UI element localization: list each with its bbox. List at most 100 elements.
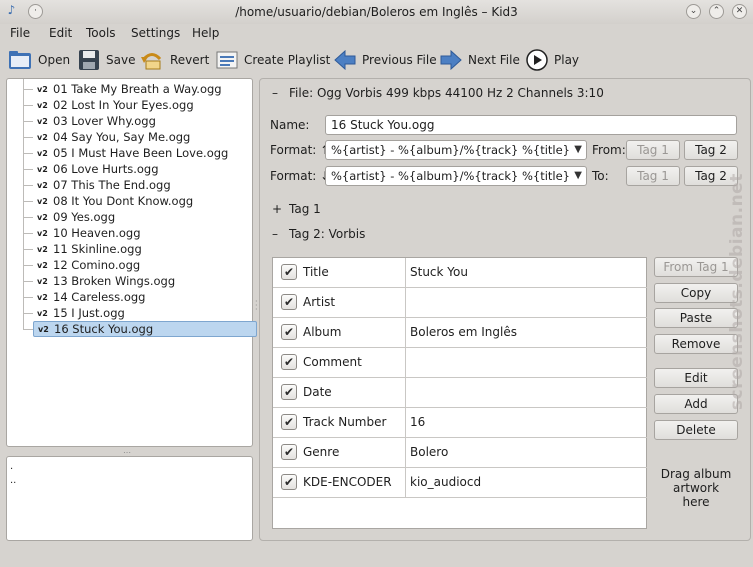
tag-version-badge: v2 xyxy=(37,180,48,190)
next-file-button[interactable]: Next File xyxy=(440,48,520,72)
from-tag2-filename-button[interactable]: Tag 2 xyxy=(684,140,738,160)
column-divider xyxy=(405,258,406,288)
menu-help[interactable]: Help xyxy=(192,26,219,40)
format-down-combo[interactable]: %{artist} - %{album}/%{track} %{title} ▼ xyxy=(325,166,587,186)
vertical-splitter[interactable]: · · · xyxy=(255,298,258,314)
file-list-item[interactable]: v2 12 Comino.ogg xyxy=(33,257,257,273)
frame-row[interactable]: ✔ Date xyxy=(273,378,647,408)
tag1-expand-icon[interactable]: + xyxy=(272,202,282,216)
tree-branch xyxy=(23,153,33,154)
frame-row[interactable]: ✔ Artist xyxy=(273,288,647,318)
tree-branch xyxy=(23,201,33,202)
tree-branch xyxy=(23,169,33,170)
menu-file[interactable]: File xyxy=(10,26,30,40)
frame-enabled-checkbox[interactable]: ✔ xyxy=(281,444,297,460)
paste-button[interactable]: Paste xyxy=(654,308,738,328)
maximize-icon[interactable]: ⌃ xyxy=(709,4,724,19)
frame-row[interactable]: ✔ Track Number 16 xyxy=(273,408,647,438)
frame-value[interactable]: 16 xyxy=(410,415,425,429)
create-playlist-button[interactable]: Create Playlist xyxy=(216,48,330,72)
file-list-item[interactable]: v2 13 Broken Wings.ogg xyxy=(33,273,257,289)
file-list-item[interactable]: v2 01 Take My Breath a Way.ogg xyxy=(33,81,257,97)
filename-input[interactable]: 16 Stuck You.ogg xyxy=(325,115,737,135)
remove-button[interactable]: Remove xyxy=(654,334,738,354)
frame-enabled-checkbox[interactable]: ✔ xyxy=(281,414,297,430)
tag2-frame-table[interactable]: ✔ Title Stuck You ✔ Artist ✔ Album Boleros em I… xyxy=(272,257,647,529)
file-list-item[interactable]: v2 03 Lover Why.ogg xyxy=(33,113,257,129)
frame-enabled-checkbox[interactable]: ✔ xyxy=(281,384,297,400)
file-list-item[interactable]: v2 02 Lost In Your Eyes.ogg xyxy=(33,97,257,113)
tag2-header: Tag 2: Vorbis xyxy=(289,227,366,241)
app-menu-icon[interactable]: ♪ xyxy=(4,4,19,19)
file-list[interactable]: v2 01 Take My Breath a Way.ogg v2 02 Lost I… xyxy=(6,78,257,447)
to-tag1-button[interactable]: Tag 1 xyxy=(626,166,680,186)
frame-row[interactable]: ✔ KDE-ENCODER kio_audiocd xyxy=(273,468,647,498)
watermark: screenshots.debian.net xyxy=(727,173,747,410)
file-list-item[interactable]: v2 07 This The End.ogg xyxy=(33,177,257,193)
frame-enabled-checkbox[interactable]: ✔ xyxy=(281,354,297,370)
file-name: 13 Broken Wings.ogg xyxy=(53,274,176,288)
file-list-item[interactable]: v2 09 Yes.ogg xyxy=(33,209,257,225)
column-divider xyxy=(405,318,406,348)
frame-row[interactable]: ✔ Genre Bolero xyxy=(273,438,647,468)
frame-enabled-checkbox[interactable]: ✔ xyxy=(281,474,297,490)
file-list-item[interactable]: v2 04 Say You, Say Me.ogg xyxy=(33,129,257,145)
play-button[interactable]: Play xyxy=(526,48,579,72)
file-list-item[interactable]: v2 14 Careless.ogg xyxy=(33,289,257,305)
dir-item[interactable]: . xyxy=(10,461,13,472)
tag-version-badge: v2 xyxy=(37,84,48,94)
file-list-item[interactable]: v2 06 Love Hurts.ogg xyxy=(33,161,257,177)
menu-tools[interactable]: Tools xyxy=(86,26,116,40)
save-button[interactable]: Save xyxy=(78,48,135,72)
from-tag1-filename-button[interactable]: Tag 1 xyxy=(626,140,680,160)
file-name: 10 Heaven.ogg xyxy=(53,226,141,240)
frame-row[interactable]: ✔ Album Boleros em Inglês xyxy=(273,318,647,348)
frame-enabled-checkbox[interactable]: ✔ xyxy=(281,264,297,280)
file-list-item[interactable]: v2 05 I Must Have Been Love.ogg xyxy=(33,145,257,161)
edit-button[interactable]: Edit xyxy=(654,368,738,388)
frame-row[interactable]: ✔ Comment xyxy=(273,348,647,378)
frame-row[interactable]: ✔ Title Stuck You xyxy=(273,258,647,288)
tag2-collapse-icon[interactable]: – xyxy=(272,227,278,241)
directory-list[interactable]: . .. xyxy=(6,456,253,541)
tag-version-badge: v2 xyxy=(37,196,48,206)
open-button[interactable]: Open xyxy=(8,48,70,72)
copy-button[interactable]: Copy xyxy=(654,283,738,303)
save-icon xyxy=(79,50,99,70)
file-list-item[interactable]: v2 10 Heaven.ogg xyxy=(33,225,257,241)
add-button[interactable]: Add xyxy=(654,394,738,414)
file-list-item[interactable]: v2 11 Skinline.ogg xyxy=(33,241,257,257)
menu-bar: File Edit Tools Settings Help xyxy=(0,24,753,44)
window-titlebar: ♪ · /home/usuario/debian/Boleros em Ingl… xyxy=(0,0,753,24)
artwork-drop-zone[interactable]: Drag album artwork here xyxy=(658,467,734,509)
file-list-item[interactable]: v2 15 I Just.ogg xyxy=(33,305,257,321)
dir-item[interactable]: .. xyxy=(10,475,16,486)
format-up-combo[interactable]: %{artist} - %{album}/%{track} %{title} ▼ xyxy=(325,140,587,160)
file-name: 14 Careless.ogg xyxy=(53,290,146,304)
frame-value[interactable]: Boleros em Inglês xyxy=(410,325,517,339)
tree-branch xyxy=(23,137,33,138)
save-label: Save xyxy=(106,53,136,67)
delete-button[interactable]: Delete xyxy=(654,420,738,440)
frame-value[interactable]: Stuck You xyxy=(410,265,468,279)
close-icon[interactable]: ✕ xyxy=(732,4,747,19)
frame-enabled-checkbox[interactable]: ✔ xyxy=(281,324,297,340)
minimize-icon[interactable]: ⌄ xyxy=(686,4,701,19)
file-list-item[interactable]: v2 08 It You Dont Know.ogg xyxy=(33,193,257,209)
revert-button[interactable]: Revert xyxy=(140,48,209,72)
previous-file-button[interactable]: Previous File xyxy=(334,48,437,72)
file-section-collapse-icon[interactable]: – xyxy=(272,86,278,100)
file-name: 07 This The End.ogg xyxy=(53,178,171,192)
from-tag1-button[interactable]: From Tag 1 xyxy=(654,257,738,277)
frame-name: KDE-ENCODER xyxy=(303,475,392,489)
frame-value[interactable]: Bolero xyxy=(410,445,448,459)
menu-settings[interactable]: Settings xyxy=(131,26,180,40)
window-pin-icon[interactable]: · xyxy=(28,4,43,19)
menu-edit[interactable]: Edit xyxy=(49,26,72,40)
frame-value[interactable]: kio_audiocd xyxy=(410,475,481,489)
to-label: To: xyxy=(592,169,609,183)
frame-enabled-checkbox[interactable]: ✔ xyxy=(281,294,297,310)
file-list-item[interactable]: v2 16 Stuck You.ogg xyxy=(33,321,257,337)
tree-branch xyxy=(23,281,33,282)
tree-branch xyxy=(23,233,33,234)
